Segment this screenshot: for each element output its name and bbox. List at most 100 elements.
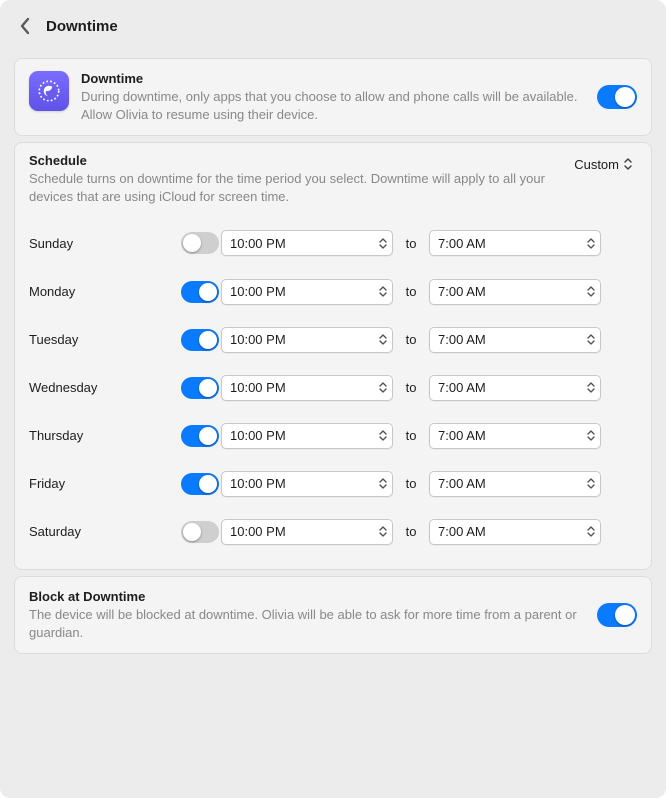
stepper-down-icon[interactable] — [586, 388, 596, 394]
schedule-description: Schedule turns on downtime for the time … — [29, 170, 546, 205]
to-time-value: 7:00 AM — [438, 524, 584, 539]
downtime-settings-window: Downtime Downtime During downtime, only … — [0, 0, 666, 798]
stepper-up-icon[interactable] — [586, 285, 596, 291]
day-enable-toggle[interactable] — [181, 377, 219, 399]
block-description: The device will be blocked at downtime. … — [29, 606, 585, 641]
to-time-value: 7:00 AM — [438, 284, 584, 299]
schedule-mode-dropdown[interactable]: Custom — [566, 153, 637, 175]
day-enable-toggle[interactable] — [181, 281, 219, 303]
day-name: Thursday — [29, 428, 169, 443]
day-name: Tuesday — [29, 332, 169, 347]
day-name: Friday — [29, 476, 169, 491]
schedule-day-row: Saturday10:00 PMto7:00 AM — [29, 507, 637, 555]
chevron-left-icon — [19, 17, 31, 35]
from-time-value: 10:00 PM — [230, 524, 376, 539]
stepper-up-icon[interactable] — [378, 237, 388, 243]
stepper-down-icon[interactable] — [586, 244, 596, 250]
stepper-down-icon[interactable] — [586, 292, 596, 298]
schedule-day-row: Tuesday 10:00 PM to 7:00 AM — [29, 315, 637, 363]
header-bar: Downtime — [0, 0, 666, 52]
stepper-down-icon[interactable] — [378, 436, 388, 442]
stepper-down-icon[interactable] — [378, 244, 388, 250]
day-enable-toggle[interactable] — [181, 425, 219, 447]
stepper-down-icon[interactable] — [378, 388, 388, 394]
to-time-value: 7:00 AM — [438, 476, 584, 491]
schedule-day-list: Sunday 10:00 PM to 7:00 AM Monday 10:00 PM to 7… — [29, 219, 637, 555]
day-name: Sunday — [29, 236, 169, 251]
day-enable-toggle[interactable] — [181, 232, 219, 254]
schedule-day-row: Friday 10:00 PM to 7:00 AM — [29, 459, 637, 507]
updown-caret-icon — [623, 157, 633, 171]
downtime-description: During downtime, only apps that you choo… — [81, 88, 585, 123]
stepper-down-icon[interactable] — [378, 340, 388, 346]
from-time-field[interactable]: 10:00 PM — [221, 423, 393, 449]
to-time-field[interactable]: 7:00 AM — [429, 230, 601, 256]
from-time-value: 10:00 PM — [230, 284, 376, 299]
from-time-field[interactable]: 10:00 PM — [221, 471, 393, 497]
day-enable-toggle[interactable] — [181, 473, 219, 495]
stepper-up-icon[interactable] — [378, 429, 388, 435]
from-time-value: 10:00 PM — [230, 236, 376, 251]
moon-clock-icon — [36, 78, 62, 104]
to-label: to — [393, 428, 429, 443]
stepper-up-icon[interactable] — [586, 477, 596, 483]
stepper-down-icon[interactable] — [378, 292, 388, 298]
stepper-up-icon[interactable] — [378, 525, 388, 531]
day-enable-toggle[interactable] — [181, 329, 219, 351]
to-time-value: 7:00 AM — [438, 332, 584, 347]
from-time-field[interactable]: 10:00 PM — [221, 230, 393, 256]
to-label: to — [393, 284, 429, 299]
from-time-value: 10:00 PM — [230, 476, 376, 491]
downtime-master-toggle[interactable] — [597, 85, 637, 109]
stepper-down-icon[interactable] — [378, 484, 388, 490]
day-name: Monday — [29, 284, 169, 299]
stepper-up-icon[interactable] — [378, 285, 388, 291]
to-time-field[interactable]: 7:00 AM — [429, 279, 601, 305]
stepper-up-icon[interactable] — [586, 381, 596, 387]
stepper-up-icon[interactable] — [586, 333, 596, 339]
downtime-card: Downtime During downtime, only apps that… — [14, 58, 652, 136]
from-time-field[interactable]: 10:00 PM — [221, 519, 393, 545]
to-time-field[interactable]: 7:00 AM — [429, 471, 601, 497]
block-title: Block at Downtime — [29, 589, 585, 604]
from-time-field[interactable]: 10:00 PM — [221, 327, 393, 353]
day-enable-toggle[interactable] — [181, 521, 219, 543]
to-time-value: 7:00 AM — [438, 380, 584, 395]
to-label: to — [393, 476, 429, 491]
downtime-title: Downtime — [81, 71, 585, 86]
stepper-up-icon[interactable] — [586, 525, 596, 531]
from-time-field[interactable]: 10:00 PM — [221, 279, 393, 305]
stepper-down-icon[interactable] — [586, 532, 596, 538]
schedule-day-row: Thursday 10:00 PM to 7:00 AM — [29, 411, 637, 459]
from-time-value: 10:00 PM — [230, 380, 376, 395]
stepper-down-icon[interactable] — [586, 436, 596, 442]
back-button[interactable] — [14, 15, 36, 37]
schedule-title: Schedule — [29, 153, 546, 168]
schedule-day-row: Monday 10:00 PM to 7:00 AM — [29, 267, 637, 315]
block-at-downtime-toggle[interactable] — [597, 603, 637, 627]
stepper-down-icon[interactable] — [586, 484, 596, 490]
from-time-field[interactable]: 10:00 PM — [221, 375, 393, 401]
stepper-down-icon[interactable] — [586, 340, 596, 346]
stepper-up-icon[interactable] — [378, 477, 388, 483]
day-name: Saturday — [29, 524, 169, 539]
to-time-field[interactable]: 7:00 AM — [429, 375, 601, 401]
stepper-down-icon[interactable] — [378, 532, 388, 538]
to-time-value: 7:00 AM — [438, 236, 584, 251]
schedule-card: Schedule Schedule turns on downtime for … — [14, 142, 652, 570]
to-time-value: 7:00 AM — [438, 428, 584, 443]
stepper-up-icon[interactable] — [586, 429, 596, 435]
stepper-up-icon[interactable] — [378, 333, 388, 339]
to-label: to — [393, 380, 429, 395]
schedule-mode-value: Custom — [574, 157, 619, 172]
stepper-up-icon[interactable] — [586, 237, 596, 243]
to-time-field[interactable]: 7:00 AM — [429, 327, 601, 353]
to-time-field[interactable]: 7:00 AM — [429, 423, 601, 449]
stepper-up-icon[interactable] — [378, 381, 388, 387]
from-time-value: 10:00 PM — [230, 332, 376, 347]
to-time-field[interactable]: 7:00 AM — [429, 519, 601, 545]
to-label: to — [393, 332, 429, 347]
block-at-downtime-card: Block at Downtime The device will be blo… — [14, 576, 652, 654]
from-time-value: 10:00 PM — [230, 428, 376, 443]
day-name: Wednesday — [29, 380, 169, 395]
